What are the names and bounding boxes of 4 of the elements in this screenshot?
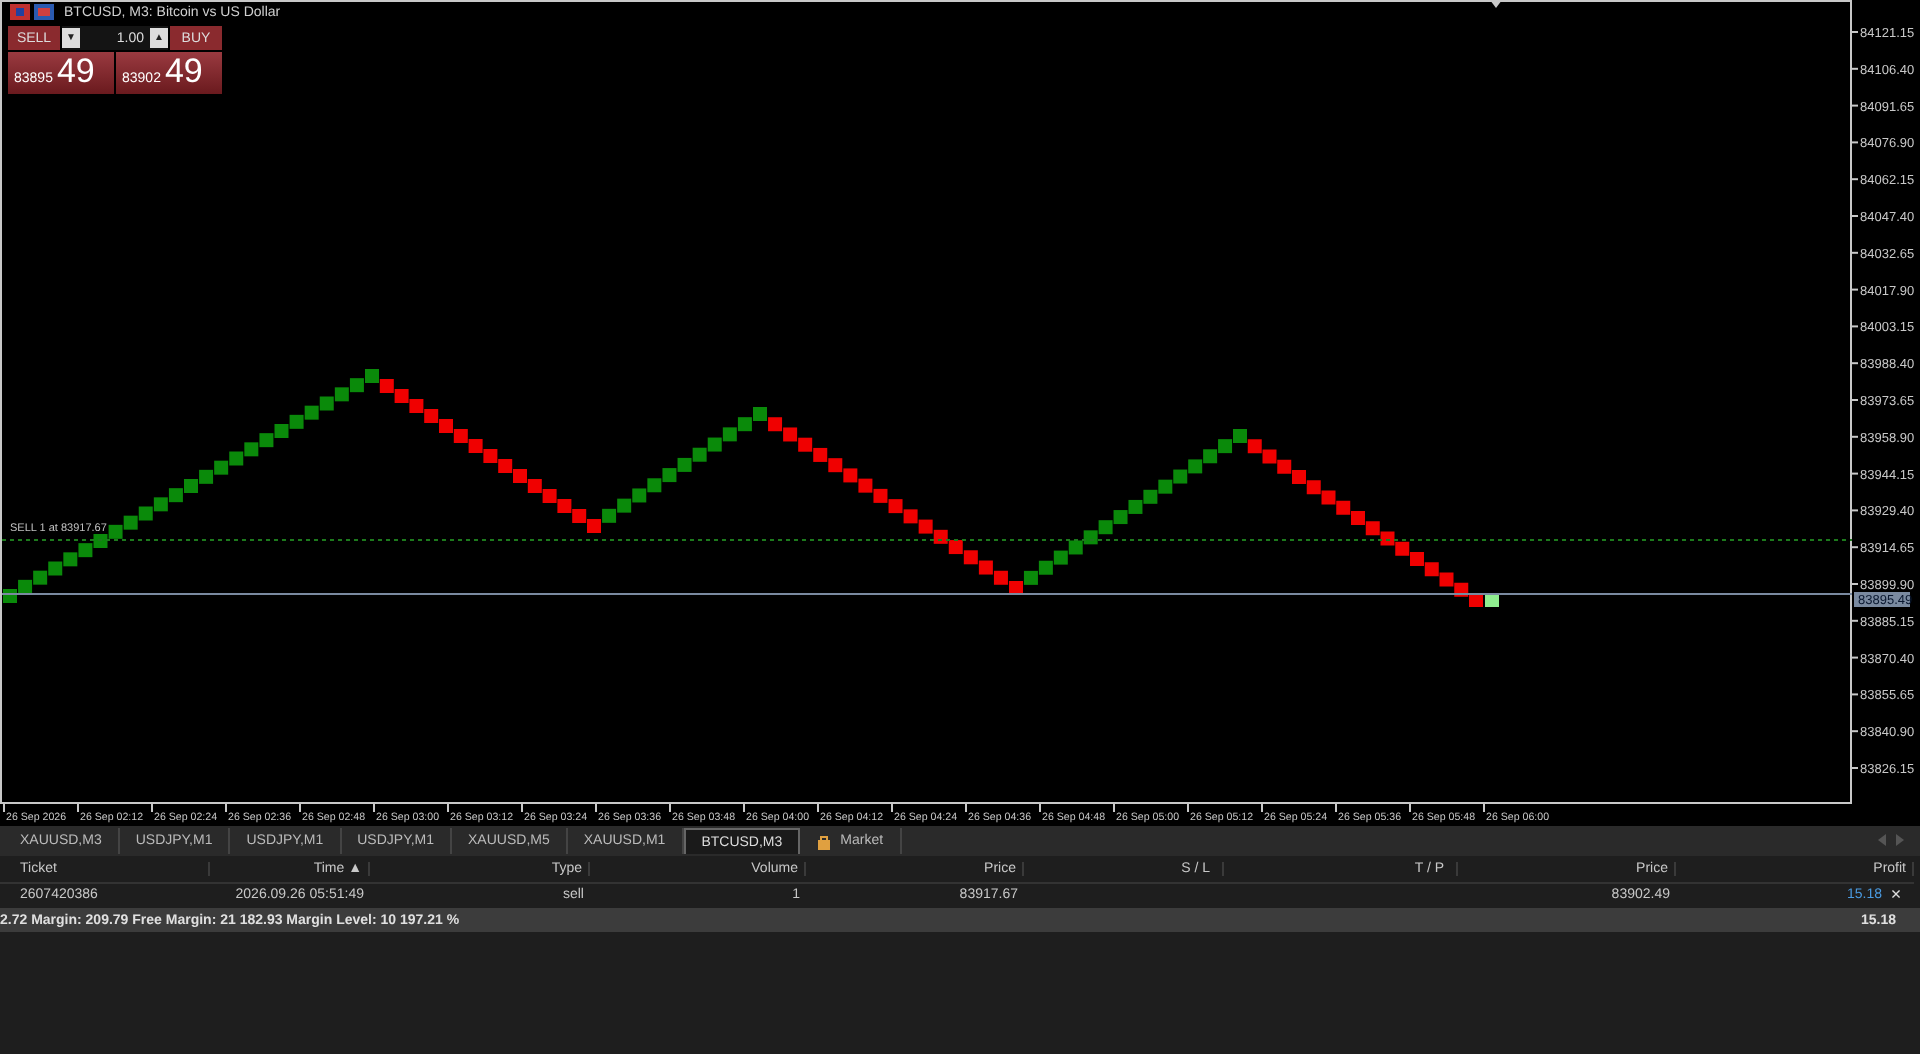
shift-marker-icon[interactable] xyxy=(1490,0,1502,8)
close-position-button[interactable]: × xyxy=(1886,884,1906,906)
scroll-left-icon[interactable] xyxy=(1878,834,1886,846)
scroll-right-icon[interactable] xyxy=(1896,834,1904,846)
